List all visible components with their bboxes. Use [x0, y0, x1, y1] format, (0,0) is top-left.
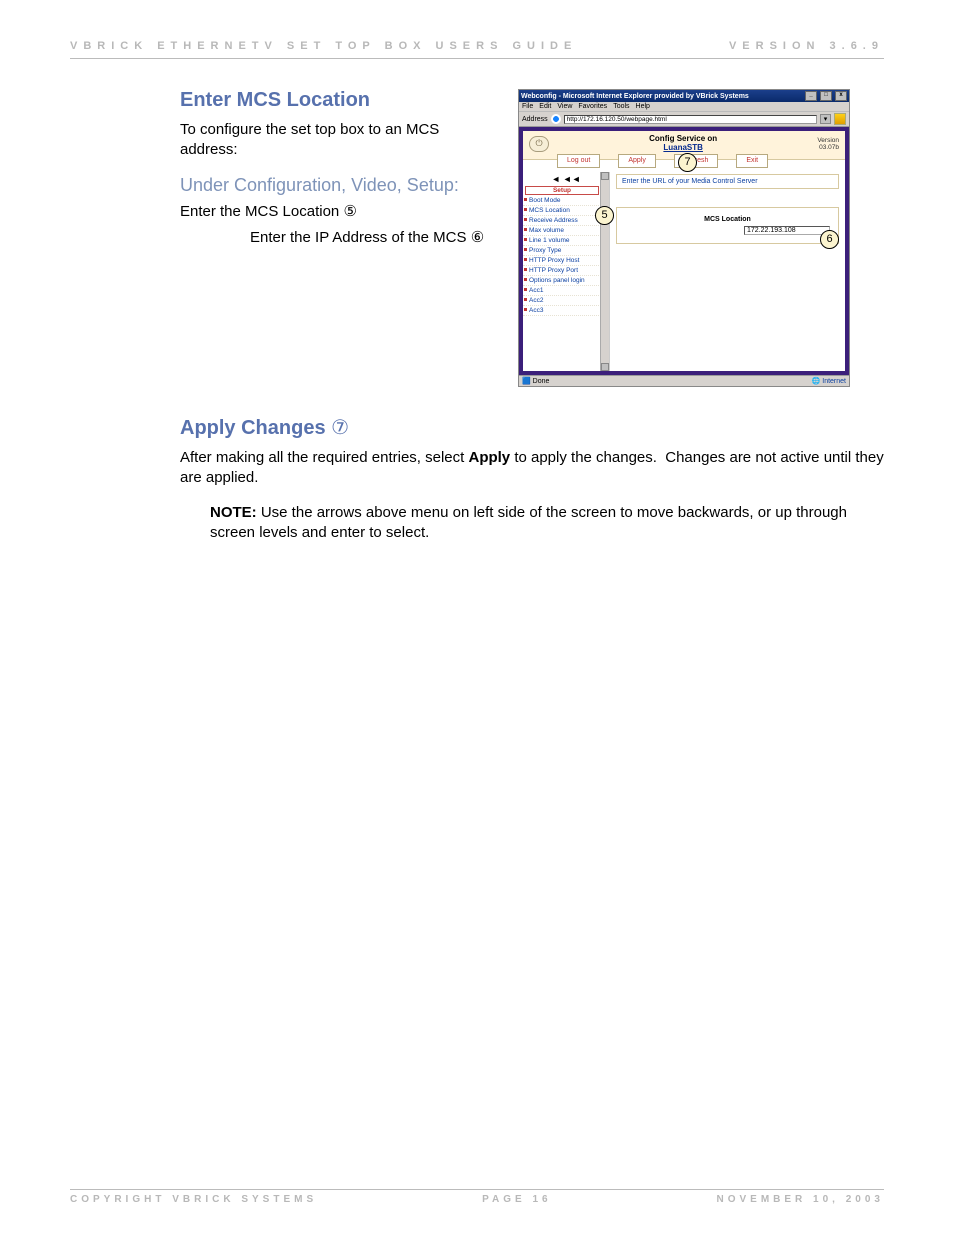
step-2-line: Enter the IP Address of the MCS ⑥ — [180, 228, 500, 248]
circled-5-icon: ⑤ — [343, 203, 356, 220]
address-dropdown-button[interactable]: ▾ — [820, 114, 831, 124]
menu-help[interactable]: Help — [636, 103, 650, 110]
sidebar-item-line1-volume[interactable]: Line 1 volume — [523, 236, 609, 246]
apply-bold-word: Apply — [468, 449, 510, 466]
apply-button[interactable]: Apply — [618, 154, 656, 168]
sidebar-item-http-proxy-host[interactable]: HTTP Proxy Host — [523, 256, 609, 266]
apply-paragraph: After making all the required entries, s… — [180, 448, 884, 489]
sidebar-item-boot-mode[interactable]: Boot Mode — [523, 196, 609, 206]
heading-apply-text: Apply Changes — [180, 417, 326, 439]
menu-view[interactable]: View — [557, 103, 572, 110]
exit-button[interactable]: Exit — [736, 154, 768, 168]
note-label: NOTE: — [210, 504, 257, 521]
apply-para-pre: After making all the required entries, s… — [180, 449, 468, 466]
note-block: NOTE: Use the arrows above menu on left … — [180, 503, 884, 544]
main-pane: Enter the URL of your Media Control Serv… — [610, 172, 845, 371]
browser-statusbar: 🟦 Done 🌐 Internet — [519, 375, 849, 386]
version-block: Version 03.07b — [817, 137, 839, 151]
prompt-box: Enter the URL of your Media Control Serv… — [616, 174, 839, 189]
browser-window: Webconfig - Microsoft Internet Explorer … — [518, 89, 850, 387]
content-area: Enter MCS Location To configure the set … — [70, 89, 884, 543]
section-apply-changes: Apply Changes ⑦ After making all the req… — [180, 415, 884, 543]
sidebar-heading-setup[interactable]: Setup — [525, 186, 599, 195]
status-done: 🟦 Done — [522, 377, 549, 385]
section-enter-mcs: Enter MCS Location To configure the set … — [180, 89, 884, 387]
running-header: VBRICK ETHERNETV SET TOP BOX USERS GUIDE… — [70, 40, 884, 52]
page-viewport: ⏻ Config Service on LuanaSTB Version 03.… — [519, 127, 849, 375]
header-rule — [70, 58, 884, 59]
circled-7-icon: ⑦ — [331, 417, 349, 439]
sidebar-item-options-panel-login[interactable]: Options panel login — [523, 276, 609, 286]
sidebar-item-http-proxy-port[interactable]: HTTP Proxy Port — [523, 266, 609, 276]
sidebar-item-max-volume[interactable]: Max volume — [523, 226, 609, 236]
close-button[interactable]: x — [835, 91, 847, 101]
mcs-location-label: MCS Location — [625, 216, 830, 223]
footer-left: COPYRIGHT VBRICK SYSTEMS — [70, 1194, 317, 1205]
subheading-config-path: Under Configuration, Video, Setup: — [180, 175, 500, 196]
step-1-text: Enter the MCS Location — [180, 203, 339, 220]
footer-rule — [70, 1189, 884, 1190]
heading-enter-mcs: Enter MCS Location — [180, 89, 500, 112]
browser-menubar: File Edit View Favorites Tools Help — [519, 102, 849, 112]
version-label: Version — [817, 137, 839, 144]
note-body: Use the arrows above menu on left side o… — [210, 504, 847, 541]
address-input[interactable]: http://172.16.120.50/webpage.html — [564, 115, 817, 124]
sidebar-item-acc3[interactable]: Acc3 — [523, 306, 609, 316]
sidebar-item-proxy-type[interactable]: Proxy Type — [523, 246, 609, 256]
go-button-icon[interactable] — [834, 113, 846, 125]
footer-center: PAGE 16 — [482, 1194, 552, 1205]
address-label: Address — [522, 116, 548, 123]
window-title: Webconfig - Microsoft Internet Explorer … — [521, 93, 749, 100]
header-left: VBRICK ETHERNETV SET TOP BOX USERS GUIDE — [70, 40, 577, 52]
circled-6-icon: ⑥ — [471, 229, 484, 246]
config-body: ◄ ◄◄ Setup Boot Mode MCS Location Receiv… — [523, 160, 845, 371]
mcs-location-input[interactable]: 172.22.193.108 — [744, 226, 830, 235]
status-zone: 🌐 Internet — [812, 377, 846, 385]
intro-paragraph: To configure the set top box to an MCS a… — [180, 120, 500, 161]
config-title-area: Config Service on LuanaSTB — [549, 135, 817, 153]
menu-file[interactable]: File — [522, 103, 533, 110]
menu-tools[interactable]: Tools — [613, 103, 629, 110]
running-footer: COPYRIGHT VBRICK SYSTEMS PAGE 16 NOVEMBE… — [70, 1181, 884, 1205]
ie-page-icon — [551, 114, 561, 124]
page: VBRICK ETHERNETV SET TOP BOX USERS GUIDE… — [0, 0, 954, 1235]
section1-text: Enter MCS Location To configure the set … — [180, 89, 500, 254]
version-value: 03.07b — [817, 144, 839, 151]
maximize-button[interactable]: □ — [820, 91, 832, 101]
sidebar: ◄ ◄◄ Setup Boot Mode MCS Location Receiv… — [523, 172, 610, 371]
menu-favorites[interactable]: Favorites — [578, 103, 607, 110]
callout-7: 7 — [678, 153, 697, 172]
figure-screenshot: Webconfig - Microsoft Internet Explorer … — [518, 89, 850, 387]
sidebar-item-acc1[interactable]: Acc1 — [523, 286, 609, 296]
step-2-text: Enter the IP Address of the MCS — [250, 229, 467, 246]
heading-apply-changes: Apply Changes ⑦ — [180, 415, 884, 440]
power-icon[interactable]: ⏻ — [529, 136, 549, 152]
window-titlebar: Webconfig - Microsoft Internet Explorer … — [519, 90, 849, 102]
config-title-line2: LuanaSTB — [549, 144, 817, 153]
sidebar-scrollbar[interactable] — [600, 172, 609, 371]
callout-6: 6 — [820, 230, 839, 249]
mcs-location-fieldbox: MCS Location 172.22.193.108 — [616, 207, 839, 244]
menu-edit[interactable]: Edit — [539, 103, 551, 110]
window-buttons: _ □ x — [804, 91, 847, 101]
sidebar-item-acc2[interactable]: Acc2 — [523, 296, 609, 306]
nav-back-arrows-icon[interactable]: ◄ ◄◄ — [523, 174, 609, 184]
config-header: ⏻ Config Service on LuanaSTB Version 03.… — [523, 131, 845, 160]
step-1-line: Enter the MCS Location ⑤ — [180, 202, 500, 222]
minimize-button[interactable]: _ — [805, 91, 817, 101]
address-bar: Address http://172.16.120.50/webpage.htm… — [519, 112, 849, 127]
footer-right: NOVEMBER 10, 2003 — [716, 1194, 884, 1205]
header-right: VERSION 3.6.9 — [729, 40, 884, 52]
logout-button[interactable]: Log out — [557, 154, 600, 168]
